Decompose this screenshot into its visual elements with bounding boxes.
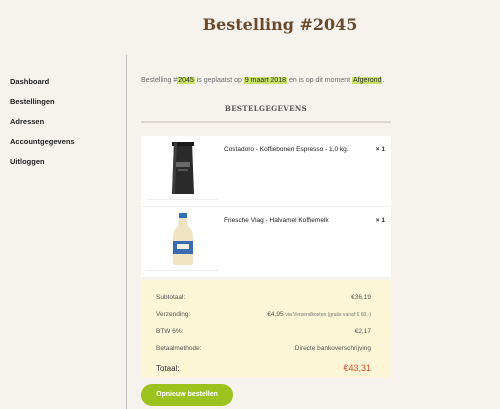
shipping-value-group: €4,95 via Verzendkosten (gratis vanaf € … bbox=[267, 311, 371, 318]
section-heading: BESTELGEGEVENS bbox=[224, 104, 308, 113]
reorder-button[interactable]: Opnieuw bestellen bbox=[141, 384, 233, 406]
sidebar-item-orders[interactable]: Bestellingen bbox=[10, 96, 120, 116]
payment-method-row: Betaalmethode: Directe bankoverschrijvin… bbox=[156, 340, 371, 357]
sidebar-item-addresses[interactable]: Adressen bbox=[10, 116, 120, 136]
order-status-highlight: Afgerond bbox=[352, 77, 383, 84]
milk-bottle-icon[interactable] bbox=[146, 207, 219, 271]
order-items: Costadoro - Koffiebonen Espresso - 1,0 k… bbox=[141, 136, 391, 277]
item-quantity: × 1 bbox=[375, 146, 385, 153]
order-item: Costadoro - Koffiebonen Espresso - 1,0 k… bbox=[141, 136, 391, 206]
order-date-highlight: 9 maart 2018 bbox=[243, 77, 288, 84]
subtotal-label: Subtotaal: bbox=[156, 294, 186, 301]
section-divider bbox=[141, 121, 391, 123]
page-title: Bestelling #2045 bbox=[202, 15, 358, 34]
vat-value: €2,17 bbox=[354, 328, 371, 335]
item-name[interactable]: Friesche Vlag - Halvamel Koffiemelk bbox=[224, 217, 329, 224]
vat-label: BTW 6%: bbox=[156, 328, 184, 335]
sidebar-item-logout[interactable]: Uitloggen bbox=[10, 156, 120, 176]
summary-end: . bbox=[382, 77, 385, 84]
summary-prefix: Bestelling # bbox=[141, 77, 178, 84]
total-label: Totaal: bbox=[156, 363, 180, 373]
vat-row: BTW 6%: €2,17 bbox=[156, 323, 371, 340]
sidebar-item-account-details[interactable]: Accountgegevens bbox=[10, 136, 120, 156]
subtotal-value: €36,19 bbox=[351, 294, 371, 301]
account-sidebar: Dashboard Bestellingen Adressen Accountg… bbox=[10, 76, 120, 176]
shipping-note: via Verzendkosten (gratis vanaf € 60,-) bbox=[285, 312, 371, 318]
summary-suffix: en is op dit moment bbox=[287, 77, 353, 84]
shipping-value: €4,95 bbox=[267, 311, 284, 318]
shipping-label: Verzending: bbox=[156, 311, 191, 318]
sidebar-item-dashboard[interactable]: Dashboard bbox=[10, 76, 120, 96]
order-totals: Subtotaal: €36,19 Verzending: €4,95 via … bbox=[141, 280, 391, 378]
coffee-bag-icon[interactable] bbox=[146, 136, 219, 200]
shipping-row: Verzending: €4,95 via Verzendkosten (gra… bbox=[156, 306, 371, 323]
sidebar-divider bbox=[126, 55, 127, 409]
payment-method-label: Betaalmethode: bbox=[156, 345, 202, 352]
item-name[interactable]: Costadoro - Koffiebonen Espresso - 1,0 k… bbox=[224, 146, 349, 153]
total-row: Totaal: €43,31 bbox=[156, 357, 371, 379]
order-number-highlight: 2045 bbox=[177, 77, 195, 84]
total-value: €43,31 bbox=[343, 363, 371, 373]
order-item: Friesche Vlag - Halvamel Koffiemelk × 1 bbox=[141, 207, 391, 277]
payment-method-value: Directe bankoverschrijving bbox=[294, 345, 371, 352]
subtotal-row: Subtotaal: €36,19 bbox=[156, 289, 371, 306]
order-summary-text: Bestelling #2045 is geplaatst op 9 maart… bbox=[141, 77, 441, 84]
item-quantity: × 1 bbox=[375, 217, 385, 224]
summary-middle: is geplaatst op bbox=[194, 77, 244, 84]
